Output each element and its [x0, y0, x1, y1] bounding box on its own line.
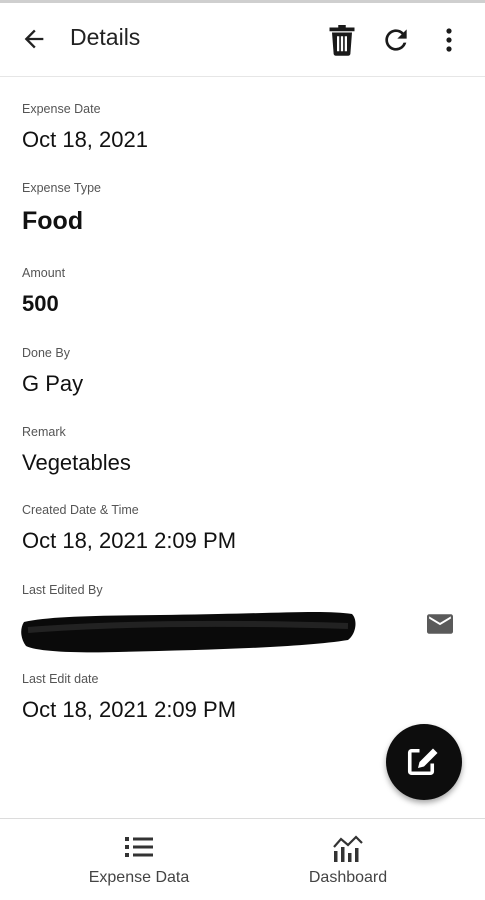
nav-item-expense-data[interactable]: Expense Data [18, 819, 260, 900]
expense-type-label: Expense Type [22, 181, 101, 195]
more-vert-icon [446, 28, 452, 52]
amount-label: Amount [22, 266, 66, 280]
last-edited-by-label: Last Edited By [22, 583, 103, 597]
list-icon [125, 837, 153, 857]
back-button[interactable] [14, 19, 54, 59]
refresh-icon [385, 29, 407, 51]
page-title: Details [70, 24, 141, 50]
email-button[interactable] [424, 612, 456, 636]
amount-value: 500 [22, 291, 59, 316]
done-by-label: Done By [22, 346, 70, 360]
expense-date-value: Oct 18, 2021 [22, 127, 148, 152]
expense-type-value: Food [22, 207, 84, 235]
analytics-icon [333, 835, 363, 862]
edit-fab[interactable] [386, 724, 462, 800]
nav-label-dashboard: Dashboard [308, 869, 388, 886]
arrow-back-icon [24, 29, 44, 49]
more-options-button[interactable] [435, 20, 463, 60]
app-bar-divider [0, 76, 485, 77]
last-edit-date-value: Oct 18, 2021 2:09 PM [22, 697, 237, 722]
edit-icon [407, 745, 442, 776]
redacted-value-scribble [21, 611, 356, 653]
nav-label-expense-data: Expense Data [88, 869, 190, 886]
nav-item-dashboard[interactable]: Dashboard [227, 819, 469, 900]
expense-date-label: Expense Date [22, 102, 101, 116]
delete-button[interactable] [324, 20, 360, 60]
created-label: Created Date & Time [22, 503, 139, 517]
last-edit-date-label: Last Edit date [22, 672, 99, 686]
done-by-value: G Pay [22, 371, 84, 396]
remark-label: Remark [22, 425, 66, 439]
created-value: Oct 18, 2021 2:09 PM [22, 528, 237, 553]
delete-icon [329, 25, 355, 56]
remark-value: Vegetables [22, 450, 131, 475]
refresh-button[interactable] [377, 20, 415, 60]
bottom-navigation: Expense Data Dashboard [0, 819, 485, 900]
mail-icon [427, 614, 453, 634]
